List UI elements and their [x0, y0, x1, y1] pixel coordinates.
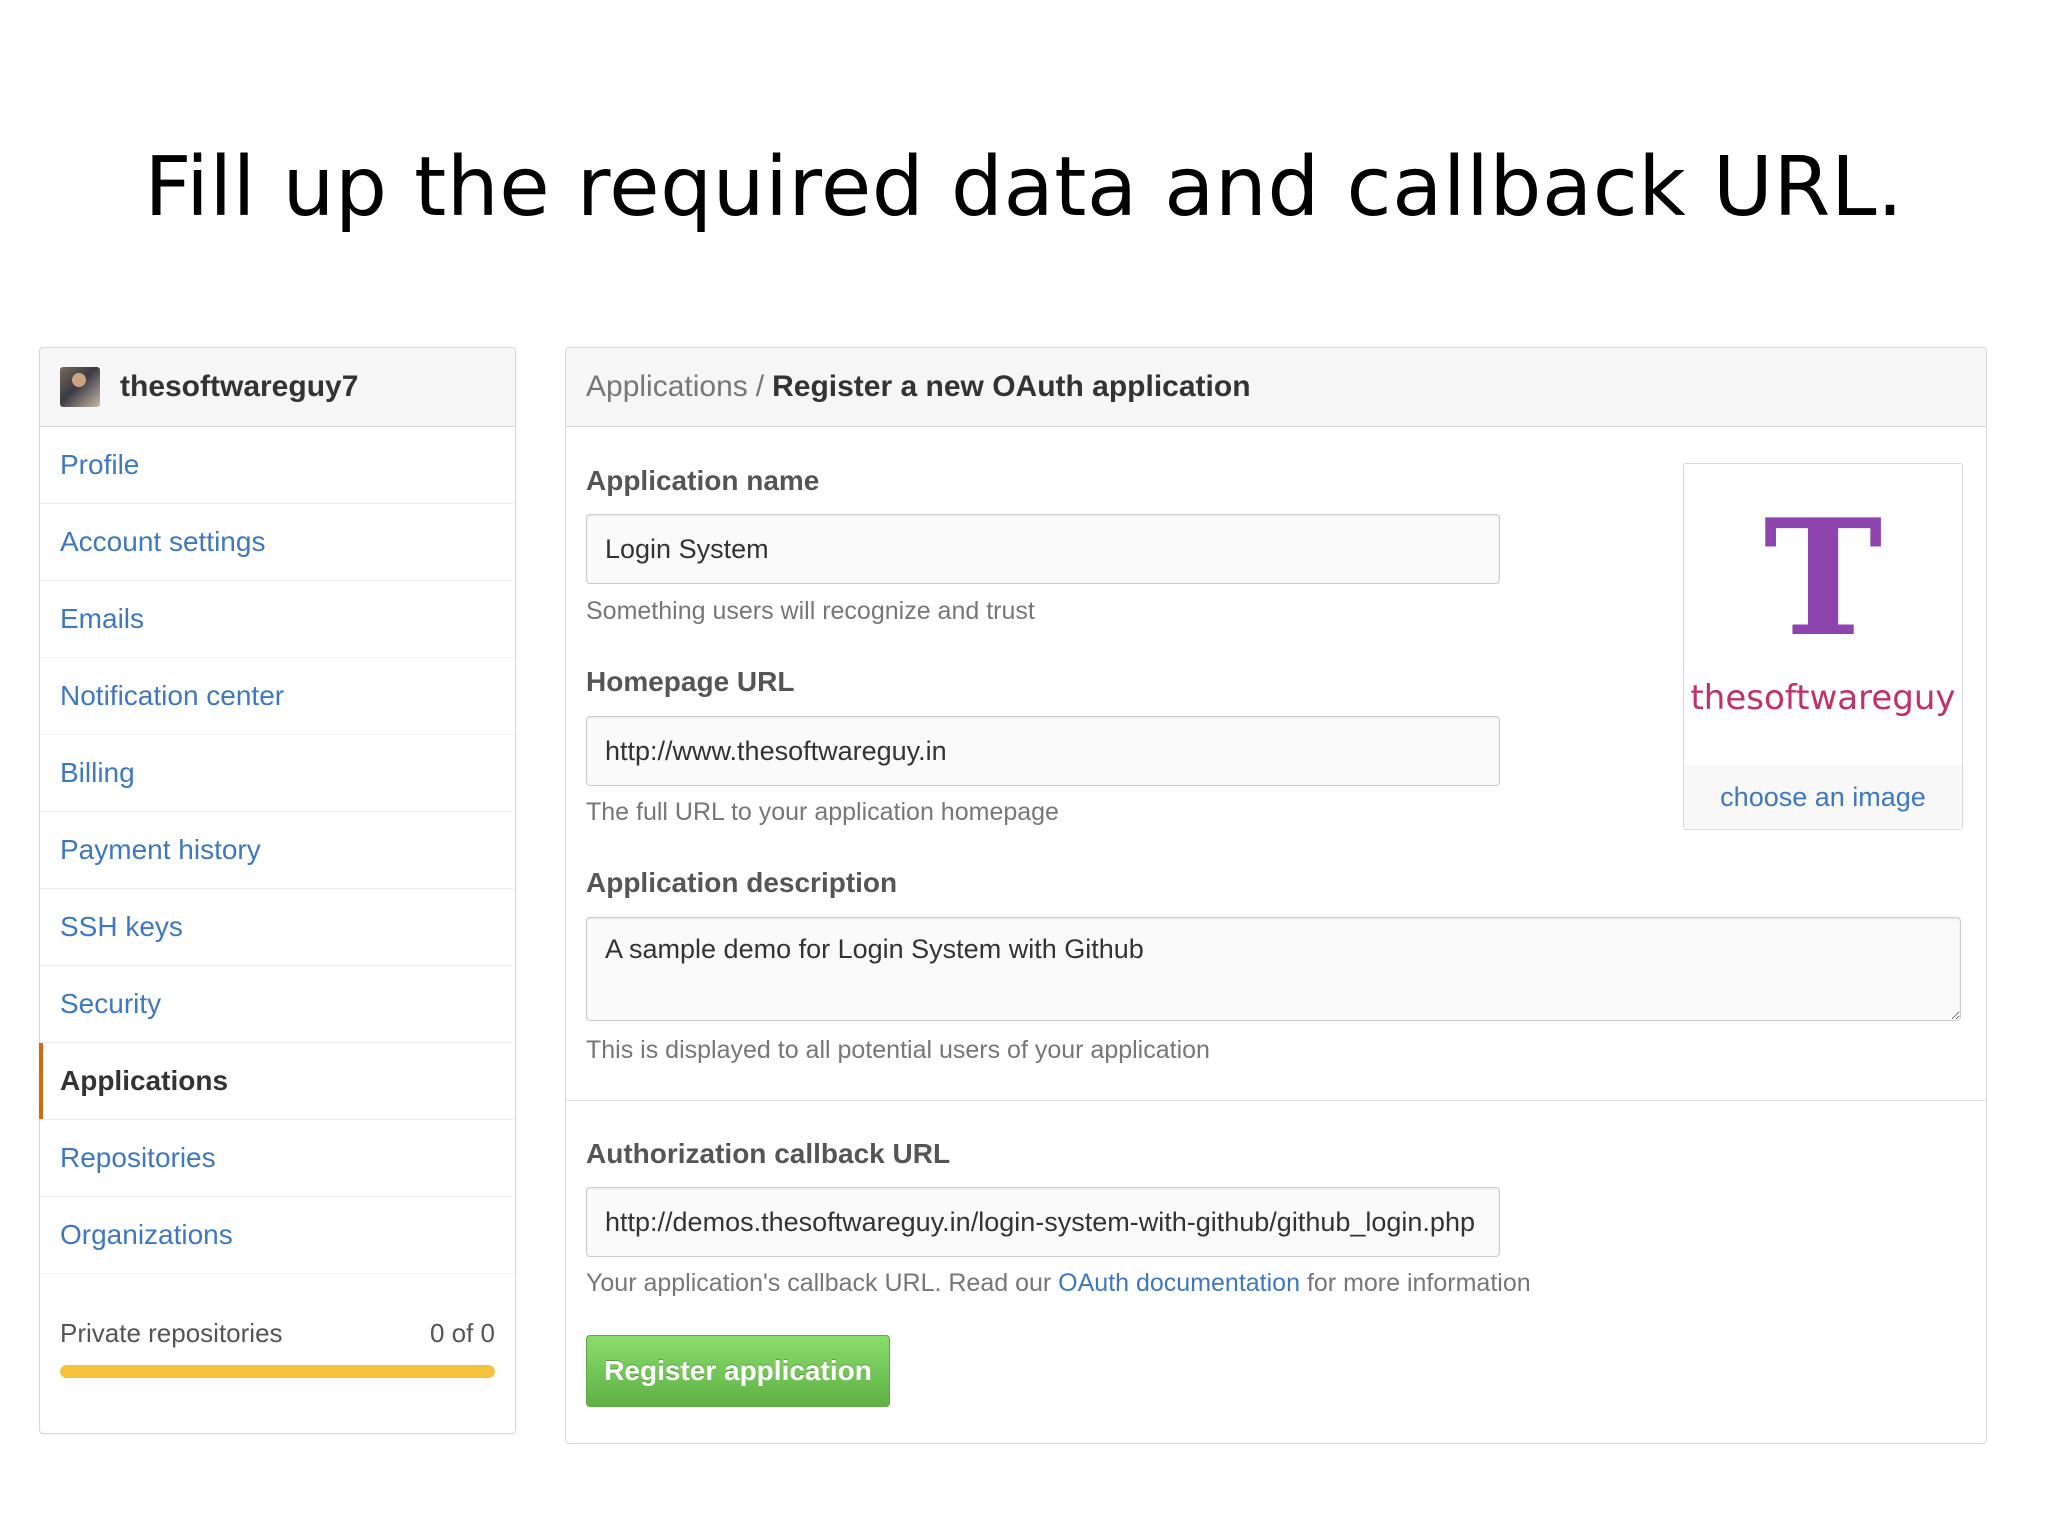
private-repositories-progress [60, 1365, 495, 1378]
sidebar-item-repositories[interactable]: Repositories [40, 1120, 515, 1197]
breadcrumb-separator: / [755, 370, 765, 403]
callback-url-label: Authorization callback URL [586, 1138, 951, 1169]
settings-sidebar: thesoftwareguy7 Profile Account settings… [39, 347, 516, 1434]
sidebar-item-ssh-keys[interactable]: SSH keys [40, 889, 515, 966]
homepage-url-input[interactable] [586, 716, 1500, 786]
register-application-button[interactable]: Register application [586, 1335, 890, 1407]
application-description-label: Application description [586, 867, 898, 898]
application-description-note: This is displayed to all potential users… [586, 1036, 1210, 1064]
application-name-note: Something users will recognize and trust [586, 597, 1035, 625]
callback-note-suffix: for more information [1300, 1269, 1531, 1297]
sidebar-item-organizations[interactable]: Organizations [40, 1197, 515, 1274]
sidebar-item-notification-center[interactable]: Notification center [40, 658, 515, 735]
callback-url-input[interactable] [586, 1187, 1500, 1257]
sidebar-header: thesoftwareguy7 [40, 348, 515, 427]
homepage-url-note: The full URL to your application homepag… [586, 798, 1059, 826]
private-repositories-label: Private repositories [60, 1318, 283, 1348]
oauth-documentation-link[interactable]: OAuth documentation [1058, 1269, 1300, 1297]
application-logo[interactable]: T thesoftwareguy choose an image [1683, 463, 1963, 830]
avatar[interactable] [60, 367, 100, 407]
username[interactable]: thesoftwareguy7 [120, 370, 358, 404]
breadcrumb: Applications / Register a new OAuth appl… [566, 348, 1986, 427]
sidebar-item-account-settings[interactable]: Account settings [40, 504, 515, 581]
application-name-input[interactable] [586, 514, 1500, 584]
oauth-form-panel: Applications / Register a new OAuth appl… [565, 347, 1987, 1444]
sidebar-item-billing[interactable]: Billing [40, 735, 515, 812]
logo-wordmark: thesoftwareguy [1690, 678, 1955, 718]
section-divider [566, 1100, 1986, 1101]
application-name-label: Application name [586, 465, 820, 496]
choose-image-link[interactable]: choose an image [1684, 765, 1962, 829]
progress-fill [60, 1365, 495, 1378]
homepage-url-label: Homepage URL [586, 666, 795, 697]
application-description-textarea[interactable]: A sample demo for Login System with Gith… [586, 917, 1961, 1021]
sidebar-item-payment-history[interactable]: Payment history [40, 812, 515, 889]
callback-note-text: Your application's callback URL. Read ou… [586, 1269, 1059, 1297]
breadcrumb-applications-link[interactable]: Applications [586, 370, 748, 404]
sidebar-item-security[interactable]: Security [40, 966, 515, 1043]
sidebar-item-emails[interactable]: Emails [40, 581, 515, 658]
slide-title: Fill up the required data and callback U… [144, 140, 1904, 235]
callback-url-note: Your application's callback URL. Read ou… [586, 1269, 1531, 1298]
logo-letter: T [1763, 484, 1882, 672]
private-repositories-count: 0 of 0 [429, 1318, 495, 1348]
thesoftwareguy-logo: T thesoftwareguy [1690, 484, 1955, 718]
breadcrumb-current: Register a new OAuth application [772, 370, 1251, 403]
sidebar-item-profile[interactable]: Profile [40, 427, 515, 504]
private-repositories: Private repositories 0 of 0 [60, 1318, 495, 1349]
sidebar-item-applications[interactable]: Applications [39, 1043, 515, 1120]
